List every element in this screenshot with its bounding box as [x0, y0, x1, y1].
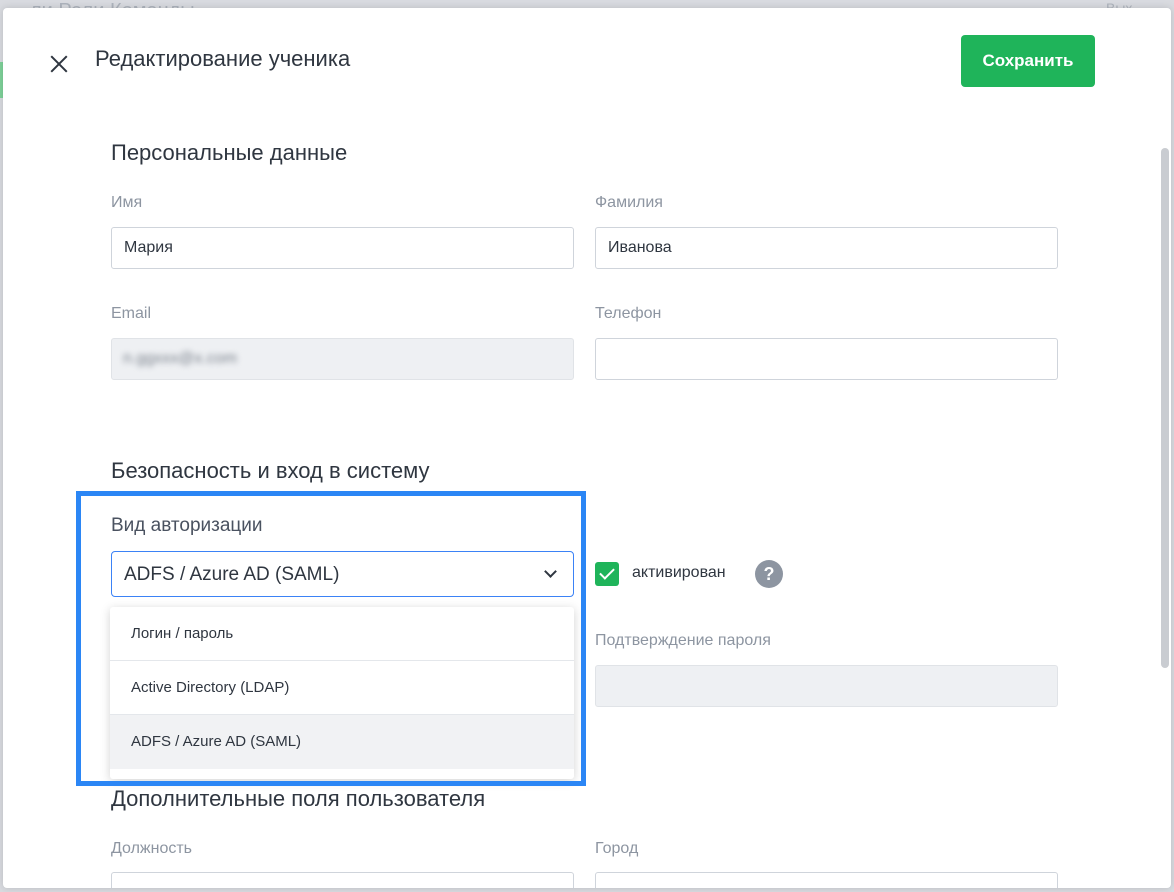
email-value: n.ggxxx@x.com [123, 350, 238, 367]
position-label: Должность [111, 840, 192, 857]
modal-title: Редактирование ученика [95, 46, 351, 71]
chevron-down-icon [544, 565, 557, 578]
extra-fields-title: Дополнительные поля пользователя [111, 786, 486, 811]
auth-type-dropdown: Логин / пароль Active Directory (LDAP) A… [110, 607, 574, 779]
save-button[interactable]: Сохранить [961, 35, 1095, 87]
edit-student-modal: Редактирование ученика Сохранить Персона… [3, 8, 1171, 888]
phone-label: Телефон [595, 305, 662, 322]
dropdown-option-ldap[interactable]: Active Directory (LDAP) [110, 661, 574, 715]
auth-type-label: Вид авторизации [111, 515, 263, 536]
dropdown-option-saml[interactable]: ADFS / Azure AD (SAML) [110, 715, 574, 769]
help-icon[interactable]: ? [755, 560, 783, 588]
last-name-label: Фамилия [595, 194, 663, 211]
first-name-input[interactable] [111, 227, 574, 269]
auth-type-select[interactable]: ADFS / Azure AD (SAML) [111, 551, 574, 597]
password-confirm-field [595, 665, 1058, 707]
first-name-label: Имя [111, 194, 143, 211]
city-label: Город [595, 840, 639, 857]
activated-checkbox[interactable] [595, 562, 619, 586]
email-label: Email [111, 305, 152, 322]
password-confirm-label: Подтверждение пароля [595, 632, 771, 649]
phone-input[interactable] [595, 338, 1058, 380]
last-name-input[interactable] [595, 227, 1058, 269]
position-input[interactable] [111, 872, 574, 888]
security-title: Безопасность и вход в систему [111, 458, 430, 483]
close-icon[interactable] [45, 50, 73, 78]
city-input[interactable] [595, 872, 1058, 888]
auth-type-selected-value: ADFS / Azure AD (SAML) [124, 564, 340, 585]
dropdown-option-login-password[interactable]: Логин / пароль [110, 607, 574, 661]
activated-label: активирован [632, 564, 726, 581]
scrollbar[interactable] [1161, 148, 1169, 668]
personal-data-title: Персональные данные [111, 140, 348, 165]
